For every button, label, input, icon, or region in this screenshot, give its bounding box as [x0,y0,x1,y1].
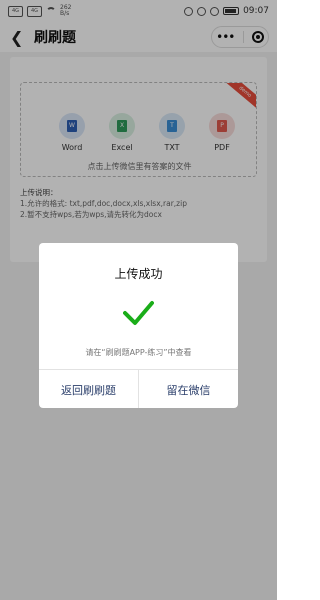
back-to-app-button[interactable]: 返回刷刷题 [39,370,138,408]
dialog-message: 请在“刷刷题APP-练习”中查看 [85,348,192,357]
checkmark-icon [123,301,154,325]
dialog-title: 上传成功 [114,267,163,281]
upload-success-dialog: 上传成功 请在“刷刷题APP-练习”中查看 返回刷刷题 留在微信 [39,243,238,408]
dialog-actions: 返回刷刷题 留在微信 [39,369,238,408]
stay-in-wechat-button[interactable]: 留在微信 [139,370,238,408]
